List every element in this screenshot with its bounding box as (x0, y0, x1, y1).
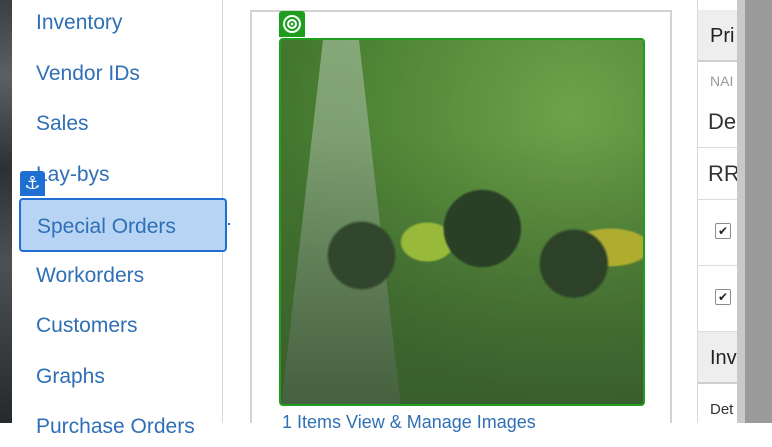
right-detail-panel: Pri NAI De RR ✔ ✔ Inv Det (697, 0, 738, 423)
inventory-row-detail: Det (710, 401, 734, 418)
sidebar-nav: Inventory Vendor IDs Sales Lay-bys Speci… (12, 0, 227, 438)
sidebar-item-customers[interactable]: Customers (36, 306, 138, 346)
price-section-header: Pri (698, 10, 738, 62)
sidebar-item-special-orders[interactable]: Special Orders (19, 198, 227, 252)
sidebar-item-vendor-ids[interactable]: Vendor IDs (36, 54, 140, 94)
anchor-icon: ⚓ (20, 171, 45, 196)
window-backdrop (745, 0, 772, 423)
photo-highlight-overlay (281, 40, 643, 404)
price-row-default: De (698, 96, 738, 148)
vertical-scrollbar[interactable] (737, 0, 745, 423)
sidebar-item-inventory[interactable]: Inventory (36, 3, 122, 43)
target-icon-glyph (283, 15, 301, 33)
name-column-label: NAI (710, 73, 734, 89)
row-checkbox-2[interactable]: ✔ (715, 289, 731, 305)
sidebar-item-purchase-orders[interactable]: Purchase Orders (36, 407, 195, 447)
sidebar-item-graphs[interactable]: Graphs (36, 357, 105, 397)
product-photo[interactable] (279, 38, 645, 406)
target-icon (279, 11, 305, 37)
sidebar-item-sales[interactable]: Sales (36, 104, 89, 144)
background-photo-strip (0, 0, 12, 423)
sidebar-item-lay-bys[interactable]: Lay-bys (36, 155, 110, 195)
inventory-section-header: Inv (698, 332, 738, 384)
row-checkbox-1[interactable]: ✔ (715, 223, 731, 239)
price-row-rrp: RR (698, 148, 738, 200)
sidebar-item-workorders[interactable]: Workorders (36, 256, 144, 296)
